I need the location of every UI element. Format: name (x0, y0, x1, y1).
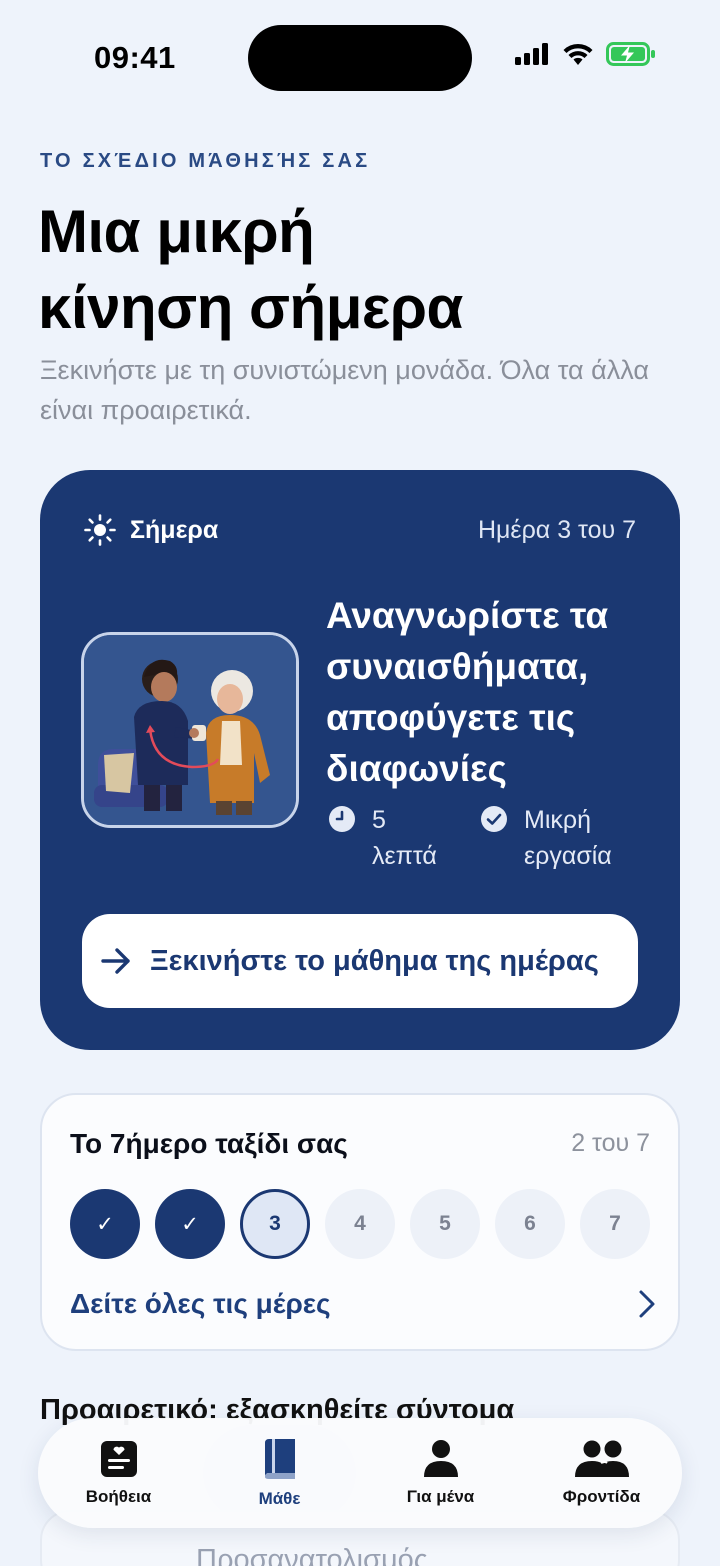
lesson-task: Μικρή εργασία (480, 802, 634, 874)
book-icon (264, 1439, 295, 1479)
today-label: Σήμερα (130, 515, 219, 544)
status-bar: 09:41 (0, 0, 720, 118)
start-lesson-button[interactable]: Ξεκινήστε το μάθημα της ημέρας (82, 914, 638, 1008)
page-title: Μια μικρή κίνηση σήμερα (38, 194, 678, 346)
tab-me[interactable]: Για μένα (360, 1425, 521, 1521)
signal-icon (515, 43, 548, 65)
today-header: Σήμερα (84, 514, 218, 546)
day-progress-label: Ημέρα 3 του 7 (477, 516, 636, 544)
day-4-indicator[interactable]: 4 (325, 1189, 395, 1259)
tab-bar: Βοήθεια Μάθε Για μένα Φροντίδα (38, 1418, 682, 1528)
person-icon (423, 1440, 458, 1477)
see-all-days-link[interactable]: Δείτε όλες τις μέρες (70, 1288, 656, 1320)
tab-learn[interactable]: Μάθε (199, 1425, 360, 1521)
clock-icon (329, 806, 355, 832)
notebook-heart-icon (100, 1441, 137, 1477)
day-1-indicator[interactable]: ✓ (70, 1189, 140, 1259)
start-lesson-label: Ξεκινήστε το μάθημα της ημέρας (150, 944, 599, 977)
people-icon (574, 1440, 629, 1477)
page-title-line-2: κίνηση σήμερα (38, 274, 463, 341)
day-7-indicator[interactable]: 7 (580, 1189, 650, 1259)
tab-care-label: Φροντίδα (562, 1487, 641, 1506)
tab-care[interactable]: Φροντίδα (521, 1425, 682, 1521)
optional-item-label: Προσανατολισμός (196, 1544, 428, 1566)
sun-icon (84, 514, 116, 546)
day-5-indicator[interactable]: 5 (410, 1189, 480, 1259)
journey-card: Το 7ήμερο ταξίδι σας 2 του 7 ✓ ✓ 3 4 5 6… (40, 1093, 680, 1351)
arrow-right-icon (101, 948, 130, 974)
today-lesson-card[interactable]: Σήμερα Ημέρα 3 του 7 Αναγνωρίστε τα συνα… (40, 470, 680, 1050)
check-circle-icon (481, 806, 507, 832)
journey-days: ✓ ✓ 3 4 5 6 7 (70, 1189, 650, 1259)
tab-help-label: Βοήθεια (85, 1487, 152, 1506)
lesson-title: Αναγνωρίστε τα συναισθήματα, αποφύγετε τ… (326, 595, 609, 789)
lesson-task-text: Μικρή εργασία (524, 806, 612, 870)
day-6-indicator[interactable]: 6 (495, 1189, 565, 1259)
status-icons (514, 42, 656, 66)
journey-count: 2 του 7 (571, 1129, 650, 1157)
dynamic-island (248, 25, 472, 91)
tab-help[interactable]: Βοήθεια (38, 1425, 199, 1521)
lesson-duration: 5 λεπτά (328, 802, 450, 874)
wifi-icon (563, 43, 593, 65)
lesson-illustration (81, 632, 299, 828)
tab-learn-label: Μάθε (258, 1489, 301, 1508)
day-3-indicator[interactable]: 3 (240, 1189, 310, 1259)
battery-charging-icon (606, 42, 655, 66)
page-title-line-1: Μια μικρή (38, 198, 315, 265)
lesson-duration-text: 5 λεπτά (372, 806, 437, 870)
chevron-right-icon (639, 1290, 655, 1318)
see-all-days-label: Δείτε όλες τις μέρες (70, 1288, 331, 1319)
section-eyebrow: ΤΟ ΣΧΈΔΙΟ ΜΆΘΗΣΉΣ ΣΑΣ (40, 150, 371, 172)
status-time: 09:41 (94, 40, 176, 75)
tab-me-label: Για μένα (406, 1487, 475, 1506)
page-subtitle: Ξεκινήστε με τη συνιστώμενη μονάδα. Όλα … (40, 355, 649, 425)
journey-title: Το 7ήμερο ταξίδι σας (70, 1128, 348, 1159)
day-2-indicator[interactable]: ✓ (155, 1189, 225, 1259)
